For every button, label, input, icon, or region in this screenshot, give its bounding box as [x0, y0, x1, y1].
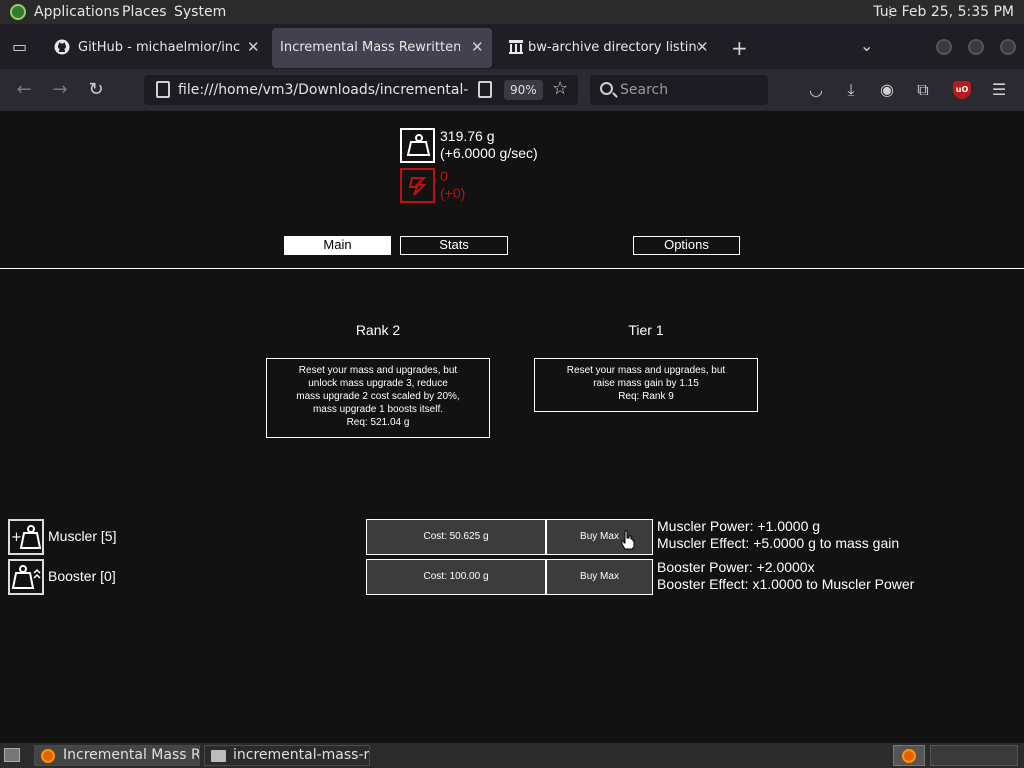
reader-view-icon[interactable]: [478, 81, 492, 98]
tab-incremental-mass[interactable]: Incremental Mass Rewritten ✕: [272, 28, 492, 68]
menu-system[interactable]: System: [174, 4, 226, 20]
workspace-empty[interactable]: [930, 745, 1018, 766]
bookmark-star-icon[interactable]: ☆: [552, 78, 568, 99]
navigation-bar: ← → ↻ file:///home/vm3/Downloads/increme…: [0, 69, 1024, 111]
booster-icon: [8, 559, 44, 595]
booster-buy-button[interactable]: Cost: 100.00 g: [366, 559, 546, 595]
taskbar-item-label: incremental-mass-r...: [233, 747, 370, 763]
page-icon: [156, 81, 170, 98]
menu-applications[interactable]: Applications: [34, 4, 120, 20]
pocket-icon[interactable]: ◡: [806, 80, 826, 100]
close-icon[interactable]: ✕: [471, 38, 484, 56]
extensions-icon[interactable]: ⧉: [913, 80, 933, 100]
back-icon[interactable]: ←: [13, 79, 35, 101]
top-panel: Applications Places System Tue Feb 25, 5…: [0, 0, 1024, 24]
maximize-button[interactable]: [968, 39, 984, 55]
tier-requirement: Req: Rank 9: [618, 391, 674, 402]
github-icon: [54, 39, 70, 55]
taskbar: Incremental Mass R... incremental-mass-r…: [0, 743, 1024, 768]
taskbar-item-firefox[interactable]: Incremental Mass R...: [34, 745, 200, 766]
search-bar[interactable]: [590, 75, 768, 105]
list-all-tabs-icon[interactable]: ⌄: [860, 36, 873, 55]
menu-places[interactable]: Places: [122, 4, 167, 20]
booster-effect: Booster Effect: x1.0000 to Muscler Power: [657, 576, 915, 592]
folder-icon: [211, 750, 226, 762]
url-bar[interactable]: file:///home/vm3/Downloads/incremental-m…: [144, 75, 578, 105]
reload-icon[interactable]: ↻: [85, 79, 107, 101]
tab-label: GitHub - michaelmior/incremental-mass: [78, 40, 240, 55]
tier-reset-button[interactable]: Reset your mass and upgrades, but raise …: [534, 358, 758, 412]
close-icon[interactable]: ✕: [247, 38, 260, 56]
muscler-power: Muscler Power: +1.0000 g: [657, 518, 821, 534]
muscler-name: Muscler [5]: [48, 528, 117, 544]
muscler-buy-max-button[interactable]: Buy Max: [546, 519, 653, 555]
ublock-origin-icon[interactable]: uO: [953, 81, 971, 99]
rank-desc-line: mass upgrade 2 cost scaled by 20%,: [296, 391, 460, 402]
tab-strip: ▭ GitHub - michaelmior/incremental-mass …: [0, 24, 1024, 69]
muscler-icon: +: [8, 519, 44, 555]
tab-stats[interactable]: Stats: [400, 236, 508, 255]
close-window-button[interactable]: [1000, 39, 1016, 55]
booster-power: Booster Power: +2.0000x: [657, 559, 815, 575]
system-logo-icon[interactable]: [10, 4, 26, 20]
minimize-button[interactable]: [936, 39, 952, 55]
booster-name: Booster [0]: [48, 568, 116, 584]
rank-desc-line: mass upgrade 1 boosts itself.: [312, 404, 444, 415]
taskbar-item-label: Incremental Mass R...: [63, 747, 200, 763]
downloads-icon[interactable]: ⤓: [841, 80, 861, 100]
workspace-switcher[interactable]: [893, 745, 925, 766]
divider: [0, 268, 1024, 269]
search-icon: [600, 82, 613, 95]
game-page: 319.76 g (+6.0000 g/sec) 0 (+0) Main Sta…: [0, 111, 1024, 743]
new-tab-icon[interactable]: +: [731, 36, 748, 60]
forward-icon[interactable]: →: [49, 79, 71, 101]
rank-requirement: Req: 521.04 g: [346, 417, 410, 428]
tab-github[interactable]: GitHub - michaelmior/incremental-mass ✕: [44, 28, 270, 68]
tab-main[interactable]: Main: [284, 236, 391, 255]
svg-text:+: +: [11, 530, 22, 545]
tier-desc-line: raise mass gain by 1.15: [593, 378, 699, 389]
tab-options[interactable]: Options: [633, 236, 740, 255]
account-icon[interactable]: ◉: [877, 80, 897, 100]
taskbar-item-files[interactable]: incremental-mass-r...: [204, 745, 370, 766]
clock[interactable]: Tue Feb 25, 5:35 PM: [873, 4, 1014, 20]
mass-amount: 319.76 g: [440, 128, 495, 144]
hand-cursor-icon: [621, 530, 635, 550]
mass-gain: (+6.0000 g/sec): [440, 145, 538, 161]
url-text[interactable]: file:///home/vm3/Downloads/incremental-m…: [178, 82, 468, 98]
rage-amount: 0: [440, 168, 448, 184]
rank-reset-button[interactable]: Reset your mass and upgrades, but unlock…: [266, 358, 490, 438]
tier-title: Tier 1: [628, 322, 664, 338]
rage-gain: (+0): [440, 185, 466, 201]
search-input[interactable]: [620, 80, 760, 100]
tab-overview-icon[interactable]: ▭: [12, 37, 27, 56]
rank-desc-line: Reset your mass and upgrades, but: [298, 365, 458, 376]
mass-weight-icon: [400, 128, 435, 163]
app-menu-icon[interactable]: ☰: [989, 80, 1009, 100]
firefox-icon: [41, 749, 55, 763]
rage-power-icon: [400, 168, 435, 203]
zoom-indicator[interactable]: 90%: [504, 80, 543, 100]
tab-label: bw-archive directory listing: [528, 40, 698, 55]
firefox-icon: [902, 749, 916, 763]
archive-icon: [509, 40, 523, 54]
booster-buy-max-button[interactable]: Buy Max: [546, 559, 653, 595]
muscler-buy-button[interactable]: Cost: 50.625 g: [366, 519, 546, 555]
close-icon[interactable]: ✕: [696, 38, 709, 56]
tab-bw-archive[interactable]: bw-archive directory listing ✕: [498, 28, 720, 68]
muscler-effect: Muscler Effect: +5.0000 g to mass gain: [657, 535, 900, 551]
show-desktop-icon[interactable]: [4, 748, 20, 762]
rank-title: Rank 2: [355, 322, 401, 338]
rank-desc-line: unlock mass upgrade 3, reduce: [308, 378, 448, 389]
tab-label: Incremental Mass Rewritten: [280, 40, 460, 55]
tier-desc-line: Reset your mass and upgrades, but: [566, 365, 726, 376]
